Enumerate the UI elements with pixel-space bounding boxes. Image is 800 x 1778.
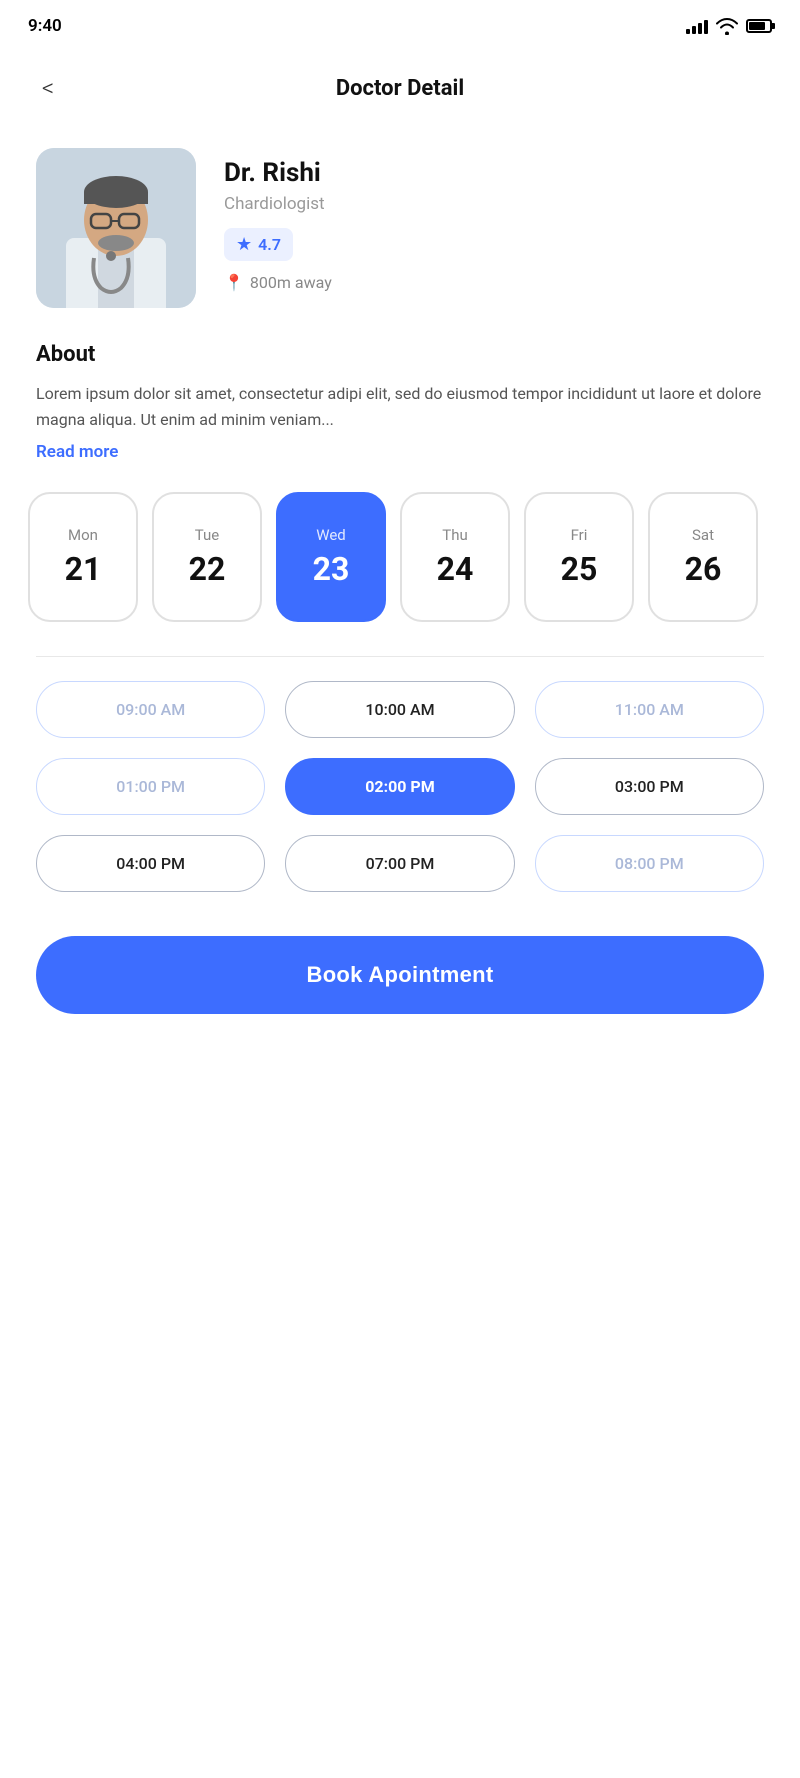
- day-card-22[interactable]: Tue 22: [152, 492, 262, 622]
- rating-value: 4.7: [258, 235, 281, 254]
- day-card-21[interactable]: Mon 21: [28, 492, 138, 622]
- location-row: 📍 800m away: [224, 273, 764, 292]
- doctor-info: Dr. Rishi Chardiologist ★ 4.7 📍 800m awa…: [224, 148, 764, 292]
- day-card-23[interactable]: Wed 23: [276, 492, 386, 622]
- day-number: 25: [561, 550, 598, 588]
- time-slot[interactable]: 09:00 AM: [36, 681, 265, 738]
- back-button[interactable]: <: [28, 68, 68, 108]
- signal-icon: [686, 18, 708, 34]
- battery-icon: [746, 19, 772, 33]
- status-bar: 9:40: [0, 0, 800, 48]
- book-section: Book Apointment: [0, 916, 800, 1054]
- doctor-specialty: Chardiologist: [224, 194, 764, 214]
- read-more-button[interactable]: Read more: [36, 442, 118, 462]
- day-card-24[interactable]: Thu 24: [400, 492, 510, 622]
- star-icon: ★: [236, 234, 252, 255]
- day-name: Mon: [68, 526, 98, 544]
- time-slot[interactable]: 01:00 PM: [36, 758, 265, 815]
- time-slot[interactable]: 11:00 AM: [535, 681, 764, 738]
- day-card-26[interactable]: Sat 26: [648, 492, 758, 622]
- day-name: Sat: [692, 526, 714, 544]
- day-number: 21: [65, 550, 102, 588]
- doctor-avatar-svg: [36, 148, 196, 308]
- rating-badge: ★ 4.7: [224, 228, 293, 261]
- location-text: 800m away: [250, 273, 332, 292]
- day-number: 24: [437, 550, 474, 588]
- status-time: 9:40: [28, 16, 62, 36]
- time-section: 09:00 AM 10:00 AM 11:00 AM 01:00 PM 02:00 PM…: [0, 671, 800, 916]
- time-slot[interactable]: 04:00 PM: [36, 835, 265, 892]
- doctor-image: [36, 148, 196, 308]
- about-text: Lorem ipsum dolor sit amet, consectetur …: [36, 381, 764, 432]
- day-name: Wed: [316, 526, 346, 544]
- time-slot[interactable]: 10:00 AM: [285, 681, 514, 738]
- time-slot[interactable]: 02:00 PM: [285, 758, 514, 815]
- back-chevron-icon: <: [42, 74, 54, 102]
- time-slot[interactable]: 07:00 PM: [285, 835, 514, 892]
- time-slot[interactable]: 03:00 PM: [535, 758, 764, 815]
- day-name: Tue: [195, 526, 219, 544]
- doctor-profile: Dr. Rishi Chardiologist ★ 4.7 📍 800m awa…: [0, 124, 800, 332]
- about-section: About Lorem ipsum dolor sit amet, consec…: [0, 332, 800, 482]
- doctor-name: Dr. Rishi: [224, 158, 764, 188]
- book-appointment-button[interactable]: Book Apointment: [36, 936, 764, 1014]
- location-icon: 📍: [224, 273, 244, 292]
- day-card-25[interactable]: Fri 25: [524, 492, 634, 622]
- day-name: Thu: [442, 526, 467, 544]
- time-grid: 09:00 AM 10:00 AM 11:00 AM 01:00 PM 02:00 PM…: [36, 681, 764, 892]
- page-title: Doctor Detail: [336, 76, 464, 101]
- day-number: 26: [685, 550, 722, 588]
- day-number: 22: [189, 550, 226, 588]
- day-name: Fri: [571, 526, 588, 544]
- status-icons: [686, 18, 772, 35]
- day-number: 23: [313, 550, 350, 588]
- days-scroll: Mon 21 Tue 22 Wed 23 Thu 24 Fri 25 Sat 26: [28, 492, 772, 626]
- about-title: About: [36, 342, 764, 367]
- header: < Doctor Detail: [0, 48, 800, 124]
- divider: [36, 656, 764, 657]
- calendar-section: Mon 21 Tue 22 Wed 23 Thu 24 Fri 25 Sat 26: [0, 482, 800, 642]
- wifi-icon: [716, 18, 738, 35]
- time-slot[interactable]: 08:00 PM: [535, 835, 764, 892]
